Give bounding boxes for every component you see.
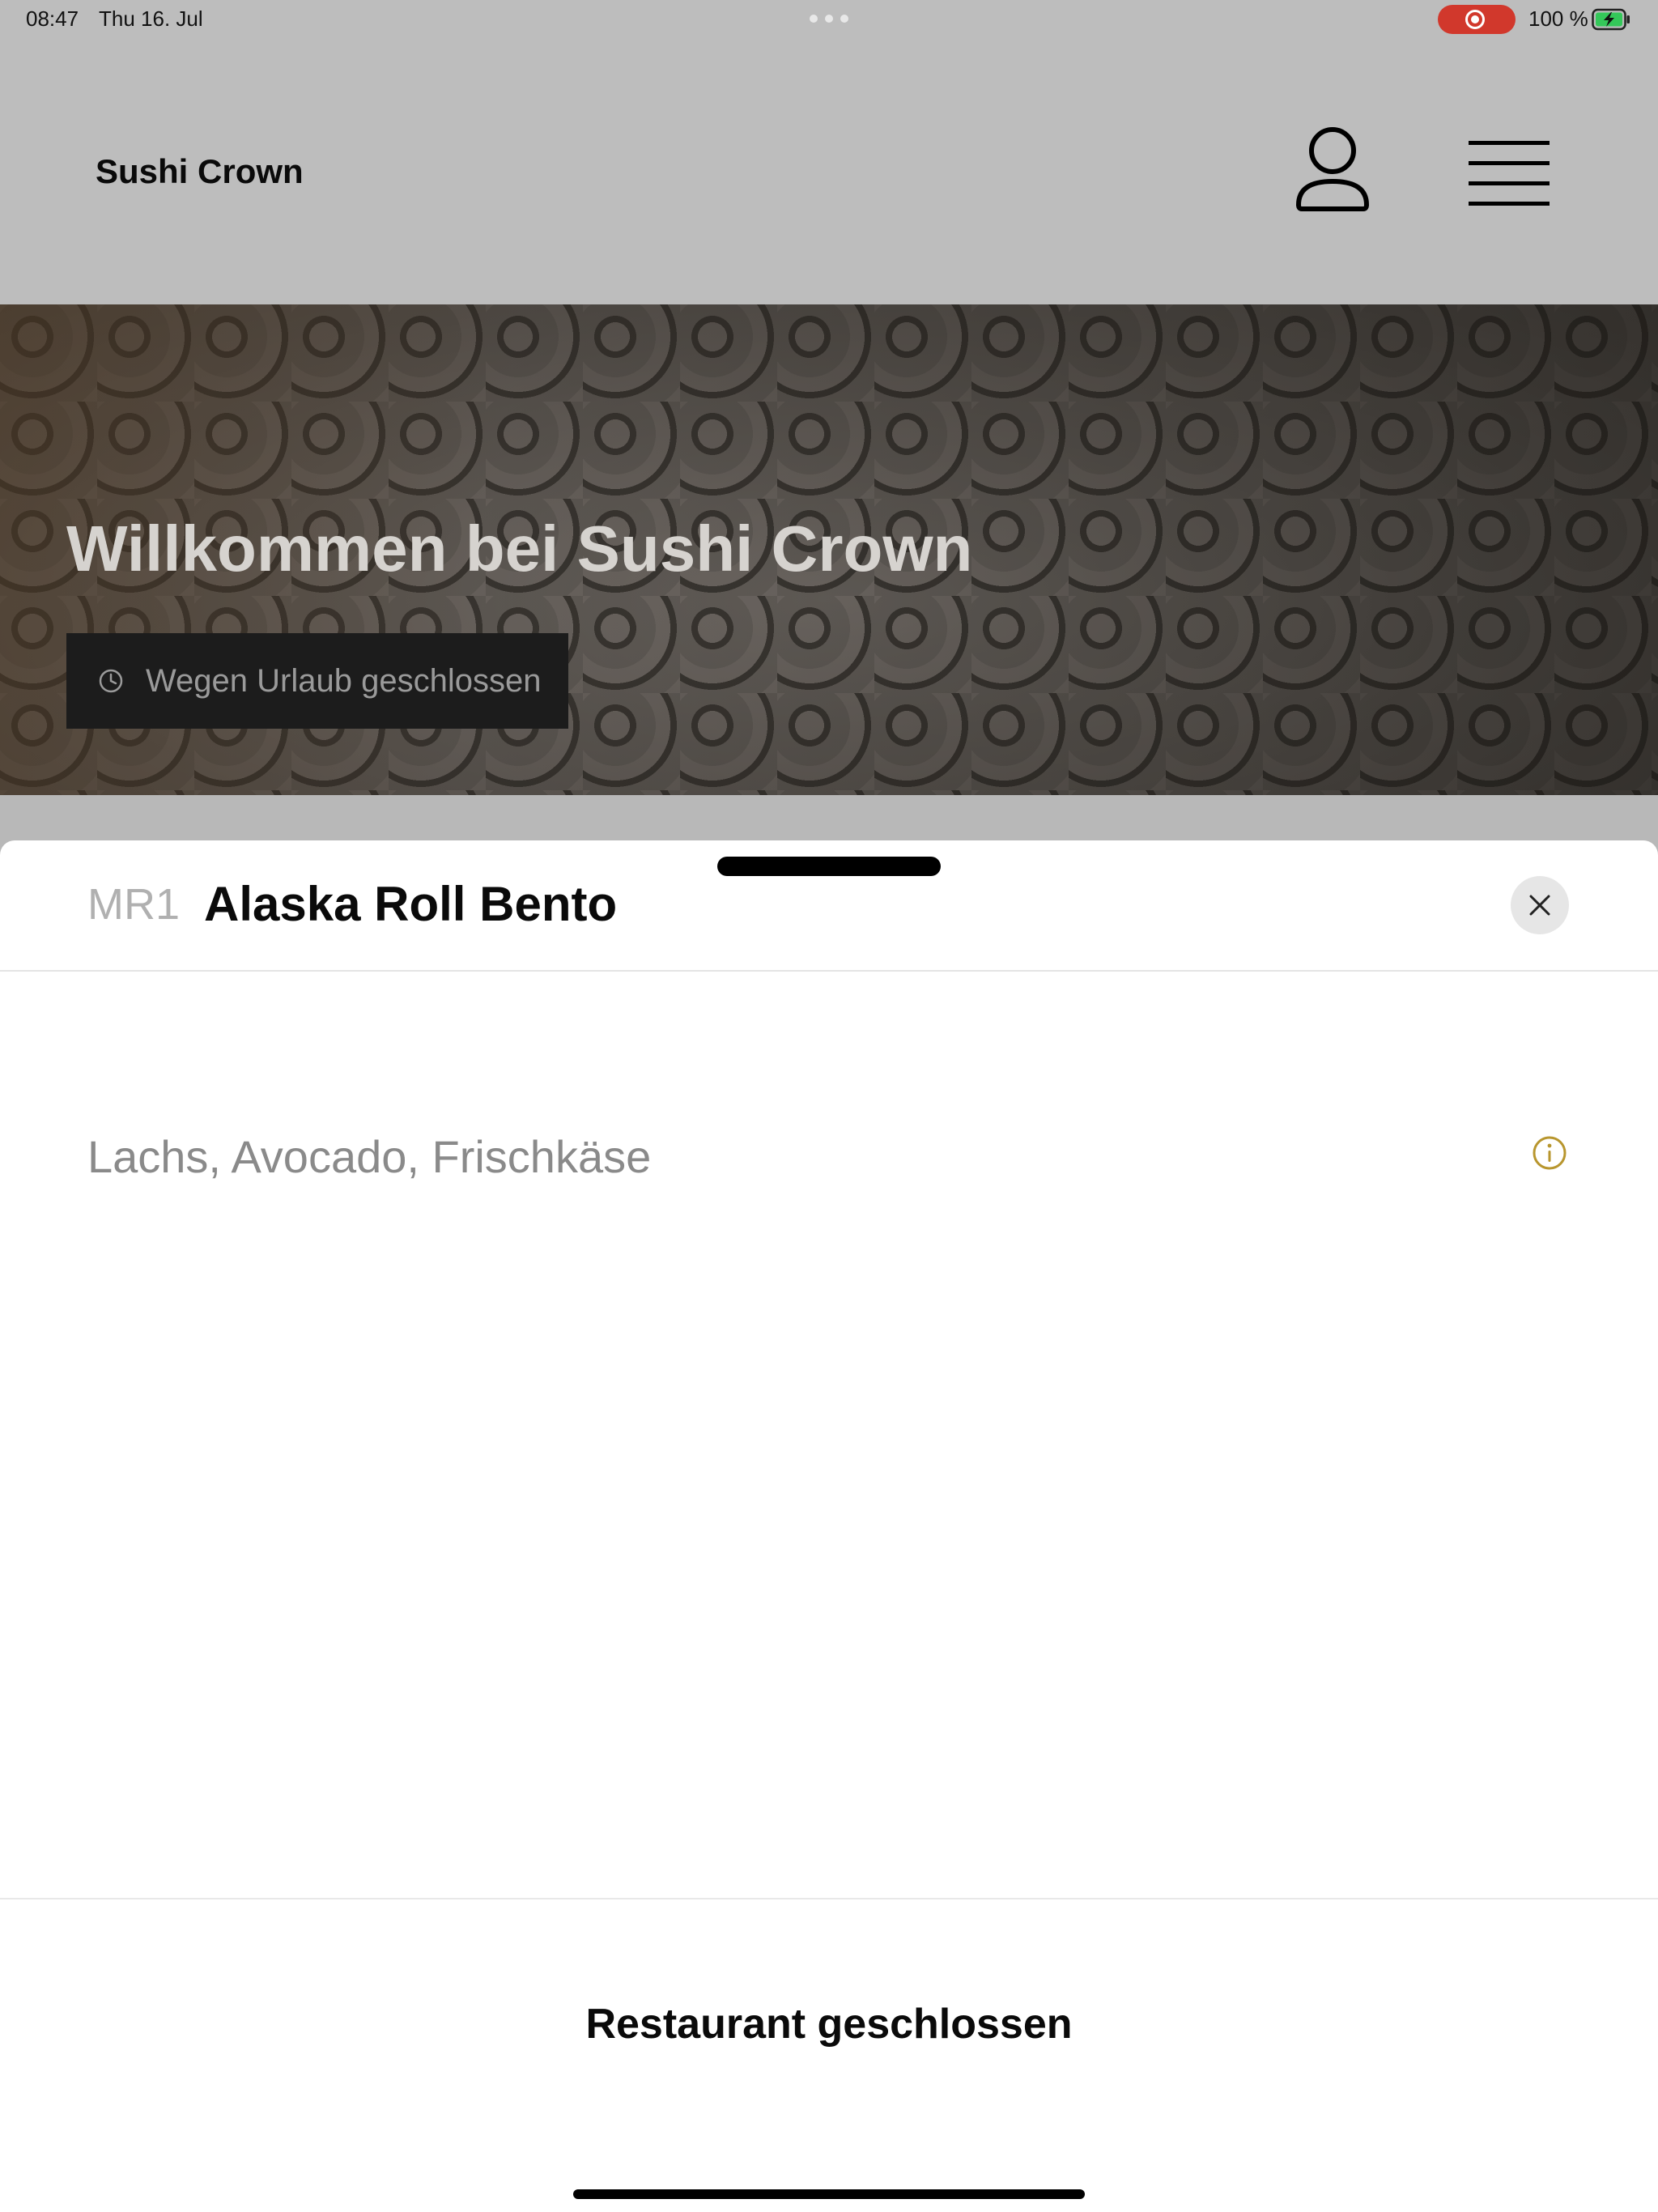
close-button[interactable] (1511, 876, 1569, 934)
clock-icon (99, 669, 123, 693)
battery-charging-icon (1592, 8, 1630, 31)
home-indicator[interactable] (573, 2189, 1085, 2199)
item-name: Alaska Roll Bento (204, 877, 618, 931)
restaurant-closed-label: Restaurant geschlossen (585, 2001, 1073, 2048)
dimmed-backdrop[interactable] (0, 795, 1658, 840)
hero-banner: Willkommen bei Sushi Crown Wegen Urlaub … (0, 304, 1658, 795)
product-detail-sheet: MR1 Alaska Roll Bento Lachs, Avocado, Fr… (0, 840, 1658, 2212)
user-icon[interactable] (1294, 125, 1371, 215)
item-code: MR1 (87, 880, 181, 929)
item-description: Lachs, Avocado, Frischkäse (87, 1131, 652, 1182)
closed-status-text: Wegen Urlaub geschlossen (146, 662, 542, 699)
brand-name[interactable]: Sushi Crown (96, 152, 304, 191)
screen-recording-indicator[interactable] (1438, 5, 1516, 34)
footer-divider (0, 1898, 1658, 1899)
status-date: Thu 16. Jul (99, 6, 203, 31)
info-icon[interactable] (1532, 1135, 1567, 1171)
battery-percentage: 100 % (1528, 6, 1588, 31)
multitasking-dots-icon[interactable] (810, 15, 848, 24)
close-icon (1529, 895, 1550, 916)
closed-status-badge: Wegen Urlaub geschlossen (66, 633, 568, 729)
app-header: Sushi Crown (0, 39, 1658, 304)
hamburger-menu-icon[interactable] (1464, 134, 1554, 212)
sheet-grabber[interactable] (717, 857, 941, 876)
hero-title: Willkommen bei Sushi Crown (66, 513, 973, 585)
status-time: 08:47 (26, 6, 79, 31)
status-bar: 08:47 Thu 16. Jul 100 % (0, 0, 1658, 39)
